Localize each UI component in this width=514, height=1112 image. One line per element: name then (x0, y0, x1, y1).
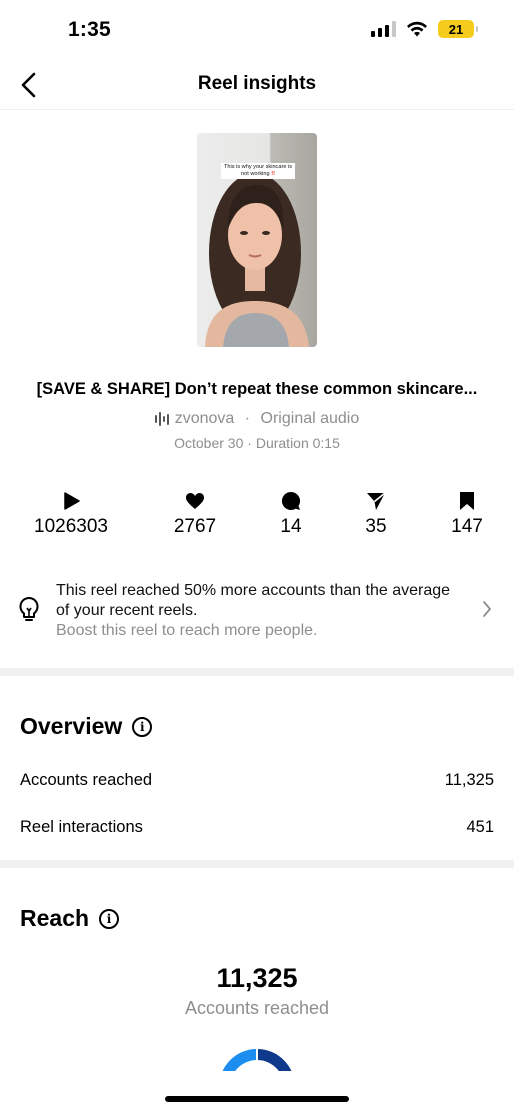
lightbulb-icon (19, 596, 39, 621)
overview-row-accounts-reached[interactable]: Accounts reached 11,325 (20, 771, 494, 790)
stat-likes: 2767 (150, 490, 240, 538)
reel-thumbnail[interactable]: This is why your skincare is not working… (197, 133, 317, 347)
overview-info-icon[interactable]: i (132, 716, 153, 737)
reach-donut-chart (217, 1047, 297, 1071)
row-value: 11,325 (444, 771, 494, 789)
status-indicators: 21 (371, 20, 478, 38)
row-label: Reel interactions (20, 818, 143, 836)
play-icon (64, 492, 80, 510)
reach-title: Reach (20, 905, 90, 931)
audio-wave-icon (154, 411, 169, 427)
reach-value: 11,325 (216, 963, 298, 993)
reel-thumbnail-caption: This is why your skincare is not working… (221, 163, 295, 179)
audio-link[interactable]: zvonova · Original audio (0, 410, 514, 428)
reel-duration: Duration 0:15 (255, 435, 340, 451)
heart-icon (186, 493, 204, 509)
insight-subtext: Boost this reel to reach more people. (56, 622, 318, 639)
overview-title: Overview (20, 713, 123, 739)
share-icon (367, 492, 386, 510)
stat-plays: 1026303 (26, 490, 116, 538)
section-divider (0, 860, 514, 868)
wifi-icon (407, 21, 427, 37)
likes-count: 2767 (173, 516, 217, 537)
nav-header: Reel insights (0, 62, 514, 110)
section-divider (0, 668, 514, 676)
battery-icon: 21 (438, 20, 478, 38)
donut-segment-followers (222, 1049, 256, 1071)
stat-saves: 147 (422, 490, 512, 538)
chevron-right-icon (483, 601, 491, 617)
battery-level: 21 (448, 21, 464, 37)
meta-separator: · (243, 435, 256, 451)
shares-count: 35 (365, 516, 387, 537)
thumbnail-caption-line-2: not working (241, 171, 270, 177)
row-value: 451 (466, 818, 494, 836)
boost-insight-banner[interactable]: This reel reached 50% more accounts than… (0, 580, 514, 642)
engagement-stats: 1026303 2767 14 35 147 (0, 490, 514, 540)
bookmark-icon (460, 492, 474, 510)
reel-meta: October 30 · Duration 0:15 (0, 435, 514, 451)
audio-separator: · (240, 410, 255, 427)
thumbnail-caption-marks: !! (271, 171, 275, 177)
comments-count: 14 (280, 516, 302, 537)
reach-label: Accounts reached (184, 998, 330, 1018)
insight-text: This reel reached 50% more accounts than… (56, 582, 451, 619)
overview-heading: Overview i (20, 713, 153, 740)
cellular-signal-icon (371, 21, 396, 37)
audio-user: zvonova (174, 410, 235, 427)
status-bar: 1:35 21 (0, 0, 514, 62)
reel-date: October 30 (174, 435, 244, 451)
insight-text-block: This reel reached 50% more accounts than… (56, 581, 456, 641)
plays-count: 1026303 (34, 516, 108, 537)
stat-comments: 14 (246, 490, 336, 538)
status-time: 1:35 (68, 18, 111, 41)
comment-icon (281, 491, 301, 510)
page-title: Reel insights (197, 73, 317, 94)
audio-label: Original audio (260, 410, 360, 427)
saves-count: 147 (451, 516, 483, 537)
reel-title: [SAVE & SHARE] Don’t repeat these common… (36, 380, 478, 398)
thumbnail-caption-line-1: This is why your skincare is (223, 164, 293, 170)
reach-heading: Reach i (20, 905, 120, 932)
row-label: Accounts reached (20, 771, 153, 789)
stat-shares: 35 (331, 490, 421, 538)
reach-info-icon[interactable]: i (99, 908, 120, 929)
donut-segment-non-followers (258, 1049, 292, 1071)
home-indicator (165, 1096, 349, 1102)
overview-row-reel-interactions[interactable]: Reel interactions 451 (20, 818, 494, 837)
